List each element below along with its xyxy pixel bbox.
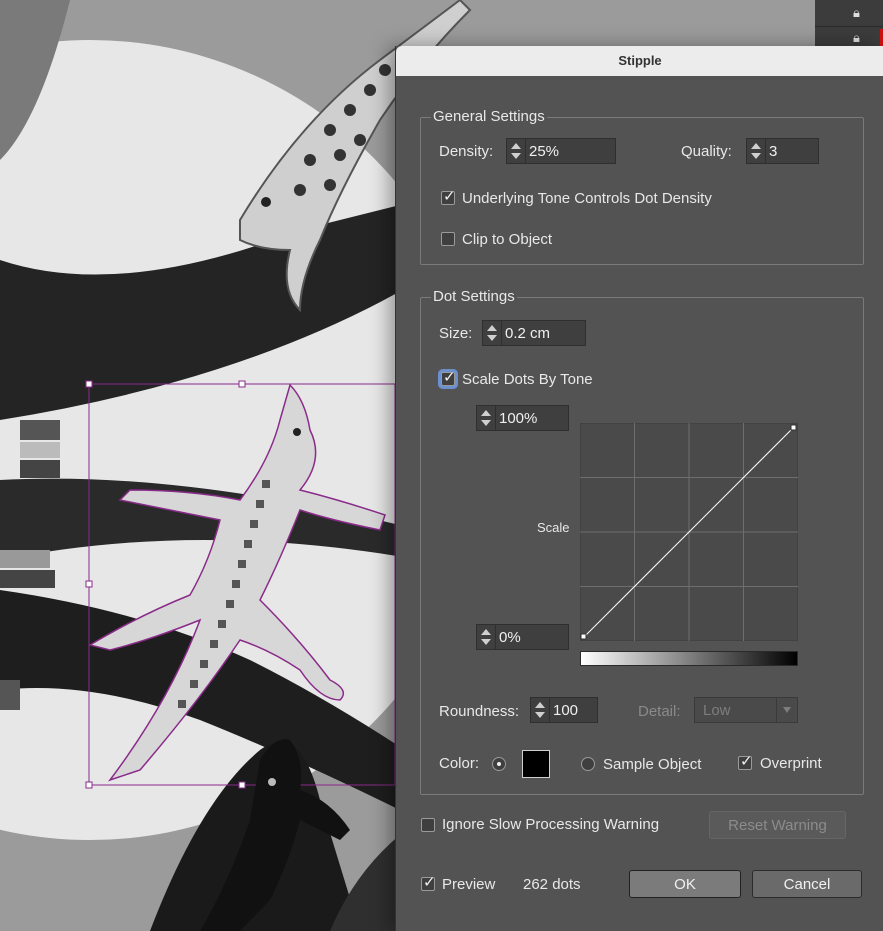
chevron-down-icon [776, 698, 797, 722]
tone-gradient-bar [580, 651, 798, 666]
detail-value: Low [703, 702, 731, 719]
quality-value: 3 [769, 143, 778, 160]
layer-row[interactable]: 🔒︎ [815, 2, 883, 27]
spinner-arrows-icon[interactable] [477, 625, 496, 649]
clip-to-object-label: Clip to Object [462, 231, 553, 248]
dialog-title: Stipple [396, 46, 883, 76]
size-field[interactable]: 0.2 cm [482, 320, 586, 346]
scale-dots-by-tone-checkbox[interactable]: ✓ [441, 369, 456, 386]
density-value: 25% [529, 143, 560, 160]
overprint-label: Overprint [760, 755, 822, 772]
cancel-button[interactable]: Cancel [752, 870, 862, 898]
ok-button[interactable]: OK [629, 870, 741, 898]
layers-panel: 🔒︎ 🔒︎ [815, 0, 883, 52]
scale-dots-by-tone-label: Scale Dots By Tone [462, 371, 593, 388]
spinner-arrows-icon[interactable] [507, 139, 526, 163]
roundness-label: Roundness: [439, 703, 520, 720]
preview-label: Preview [442, 876, 496, 893]
color-radio[interactable] [492, 757, 506, 771]
sample-object-radio[interactable] [581, 757, 595, 771]
color-label: Color: [439, 755, 480, 772]
size-value: 0.2 cm [505, 325, 551, 342]
lock-icon[interactable]: 🔒︎ [853, 30, 860, 46]
color-swatch[interactable] [522, 750, 550, 778]
min-scale-field[interactable]: 0% [476, 624, 569, 650]
spinner-arrows-icon[interactable] [531, 698, 550, 722]
dots-count: 262 dots [523, 876, 581, 893]
spinner-arrows-icon[interactable] [747, 139, 766, 163]
quality-field[interactable]: 3 [746, 138, 819, 164]
min-scale-value: 0% [499, 629, 521, 646]
ignore-warning-label: Ignore Slow Processing Warning [442, 816, 660, 833]
scale-axis-label: Scale [537, 520, 570, 535]
lock-icon[interactable]: 🔒︎ [853, 5, 860, 21]
spinner-arrows-icon[interactable] [483, 321, 502, 345]
density-field[interactable]: 25% [506, 138, 616, 164]
ignore-warning-checkbox[interactable] [421, 818, 435, 832]
size-label: Size: [439, 325, 473, 342]
checkmark-icon: ✓ [423, 874, 436, 891]
curve-point-min[interactable] [580, 633, 587, 640]
checkmark-icon: ✓ [443, 369, 456, 386]
spinner-arrows-icon[interactable] [477, 406, 496, 430]
curve-point-max[interactable] [790, 424, 797, 431]
underlying-tone-label: Underlying Tone Controls Dot Density [462, 190, 712, 207]
reset-warning-button[interactable]: Reset Warning [709, 811, 846, 839]
detail-label: Detail: [638, 703, 681, 720]
tone-curve-graph[interactable] [580, 423, 798, 641]
max-scale-field[interactable]: 100% [476, 405, 569, 431]
roundness-value: 100 [553, 702, 579, 719]
overprint-checkbox[interactable]: ✓ [738, 753, 753, 770]
clip-to-object-checkbox[interactable] [441, 232, 455, 246]
roundness-field[interactable]: 100 [530, 697, 598, 723]
quality-label: Quality: [681, 143, 732, 160]
max-scale-value: 100% [499, 410, 538, 427]
general-settings-title: General Settings [431, 108, 547, 125]
detail-select[interactable]: Low [694, 697, 798, 723]
checkmark-icon: ✓ [443, 188, 456, 205]
underlying-tone-checkbox[interactable]: ✓ [441, 188, 456, 205]
checkmark-icon: ✓ [740, 753, 753, 770]
preview-checkbox[interactable]: ✓ [421, 874, 436, 891]
sample-object-label: Sample Object [603, 756, 702, 773]
density-label: Density: [439, 143, 494, 160]
dot-settings-title: Dot Settings [431, 288, 517, 305]
